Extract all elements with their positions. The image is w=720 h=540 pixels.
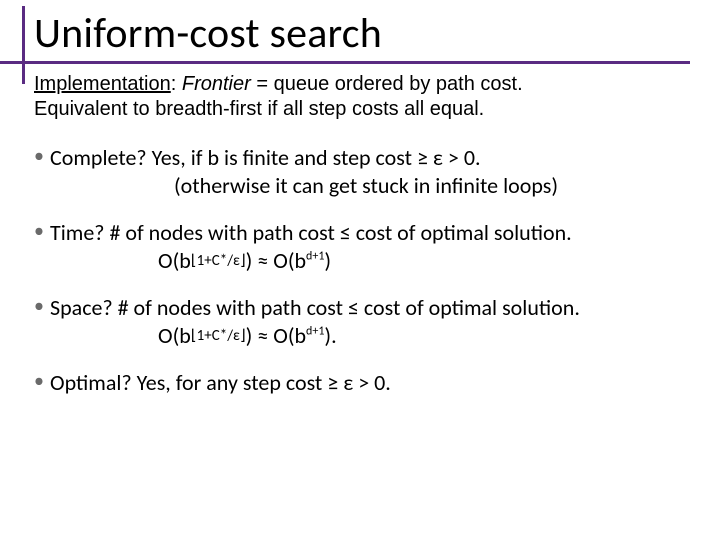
title-underline	[0, 61, 690, 64]
space-question: Space?	[50, 294, 113, 321]
intro-line2: Equivalent to breadth-first if all step …	[34, 98, 484, 120]
intro-colon: :	[171, 73, 182, 95]
item-space: • Space? # of nodes with path cost ≤ cos…	[34, 294, 680, 349]
space-formula-b: ) ≈ O(b	[246, 322, 306, 349]
bullet-icon: •	[34, 146, 44, 166]
intro-paragraph: Implementation: Frontier = queue ordered…	[34, 72, 680, 122]
space-formula-a: O(b	[158, 322, 191, 349]
space-answer-1: # of nodes with path cost ≤ cost of opti…	[113, 294, 580, 321]
time-exp2: d+1	[306, 249, 324, 263]
space-formula: O(b⌊1+C*/ε⌋) ≈ O(bd+1).	[50, 322, 680, 350]
optimal-question: Optimal?	[50, 369, 132, 396]
bullet-icon: •	[34, 221, 44, 241]
intro-rest1: = queue ordered by path cost.	[251, 73, 523, 95]
time-question: Time?	[50, 219, 104, 246]
complete-question: Complete?	[50, 144, 147, 171]
optimal-answer: Yes, for any step cost ≥ ε > 0.	[132, 369, 391, 396]
title-accent-bar	[22, 6, 25, 84]
time-exp1: ⌊1+C*/ε⌋	[191, 252, 246, 270]
complete-answer-1: Yes, if b is finite and step cost ≥ ε > …	[147, 144, 481, 171]
item-time: • Time? # of nodes with path cost ≤ cost…	[34, 219, 680, 274]
intro-frontier: Frontier	[182, 73, 251, 95]
title-block: Uniform-cost search	[0, 0, 720, 64]
time-formula-b: ) ≈ O(b	[246, 247, 306, 274]
time-answer-1: # of nodes with path cost ≤ cost of opti…	[104, 219, 571, 246]
space-exp1: ⌊1+C*/ε⌋	[191, 327, 246, 345]
time-formula-c: )	[324, 247, 331, 274]
bullet-icon: •	[34, 296, 44, 316]
slide-title: Uniform-cost search	[0, 8, 720, 61]
time-formula: O(b⌊1+C*/ε⌋) ≈ O(bd+1)	[50, 247, 680, 275]
space-formula-c: ).	[324, 322, 336, 349]
slide-body: Implementation: Frontier = queue ordered…	[0, 64, 720, 397]
space-exp2: d+1	[306, 324, 324, 338]
bullet-icon: •	[34, 371, 44, 391]
complete-answer-2: (otherwise it can get stuck in infinite …	[50, 172, 680, 200]
item-complete: • Complete? Yes, if b is finite and step…	[34, 144, 680, 199]
slide: Uniform-cost search Implementation: Fron…	[0, 0, 720, 540]
time-formula-a: O(b	[158, 247, 191, 274]
item-optimal: • Optimal? Yes, for any step cost ≥ ε > …	[34, 369, 680, 397]
intro-label: Implementation	[34, 73, 171, 95]
